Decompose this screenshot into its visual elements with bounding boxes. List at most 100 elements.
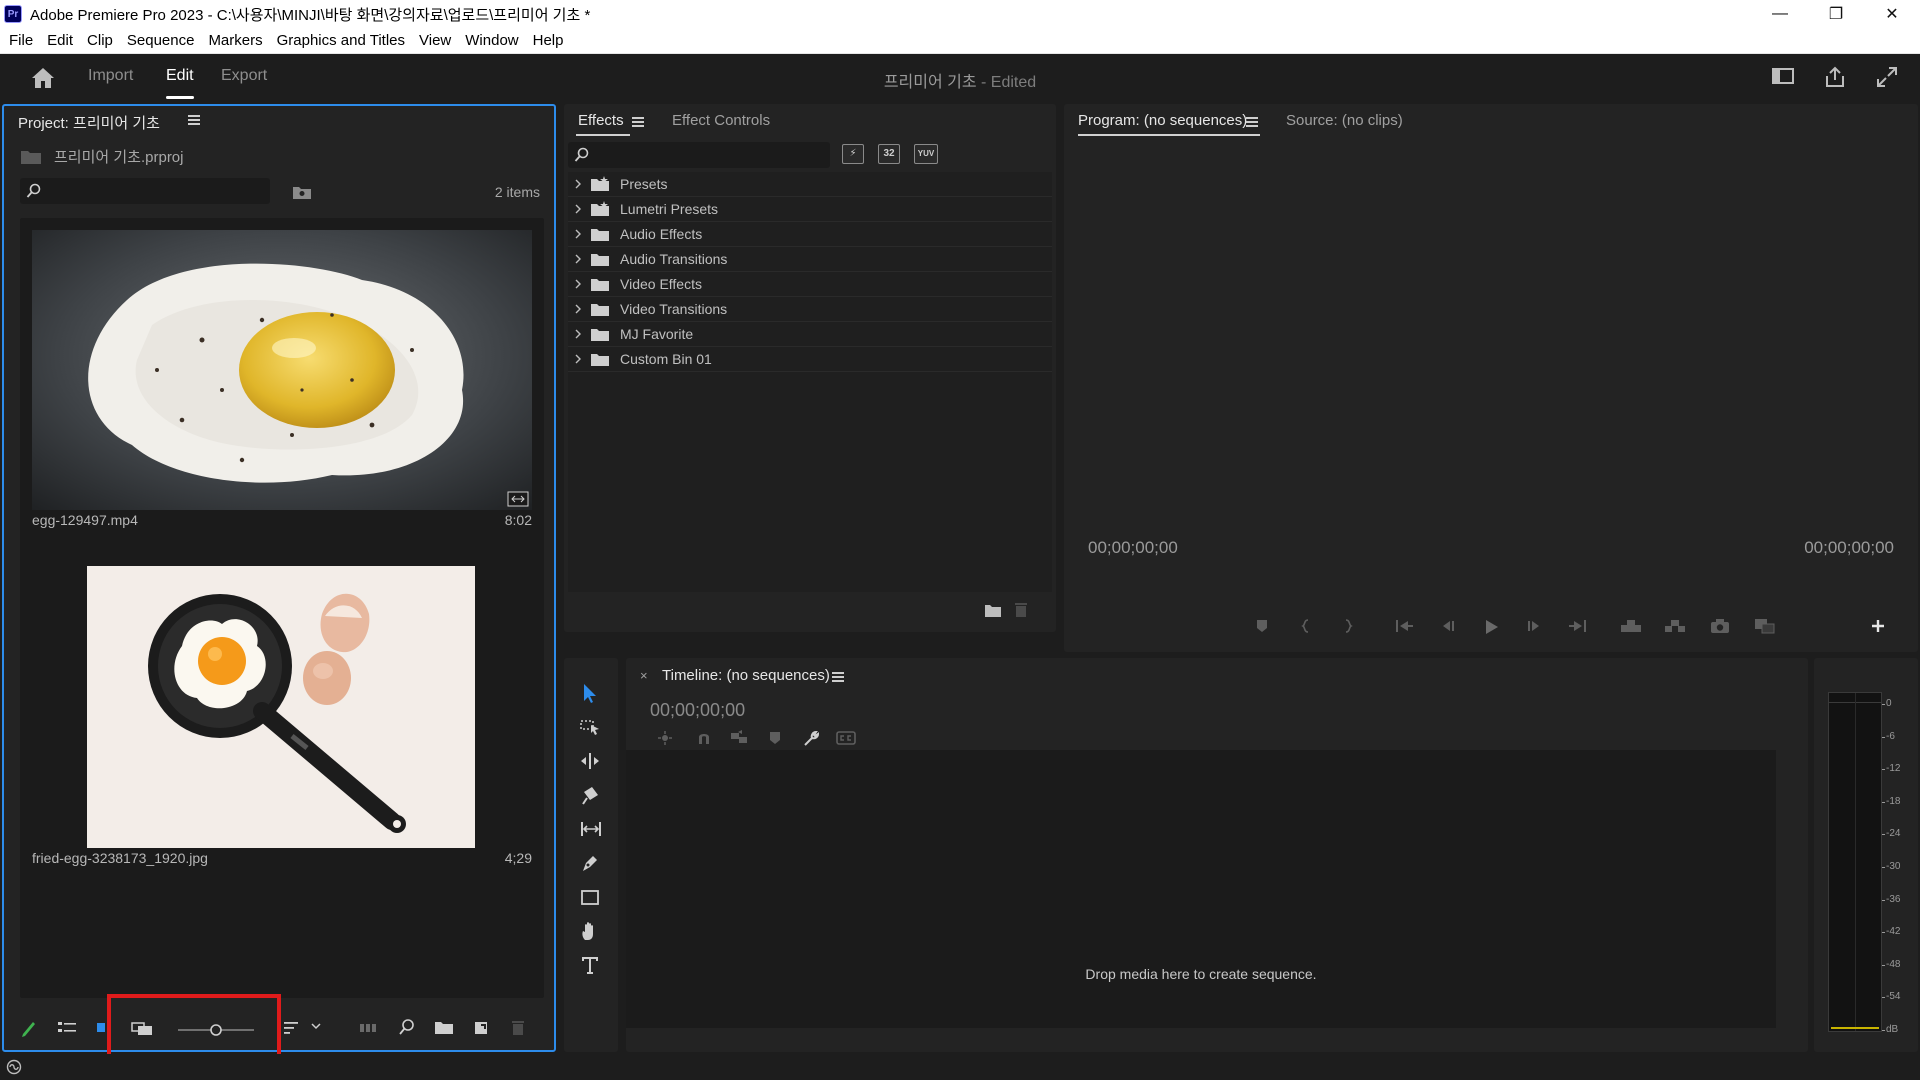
slip-tool-icon[interactable] xyxy=(579,818,603,840)
button-editor-plus-icon[interactable] xyxy=(1870,618,1886,634)
play-icon[interactable] xyxy=(1482,618,1500,636)
panel-menu-icon[interactable] xyxy=(1246,116,1258,128)
meter-tick-label: -30 xyxy=(1886,861,1901,872)
tab-program-monitor[interactable]: Program: (no sequences) xyxy=(1078,112,1247,129)
32-bit-effects-button[interactable]: 32 xyxy=(878,144,900,164)
wrench-settings-icon[interactable] xyxy=(802,730,820,748)
yuv-effects-button[interactable]: YUV xyxy=(914,144,938,164)
menu-edit[interactable]: Edit xyxy=(40,32,80,49)
go-to-out-icon[interactable] xyxy=(1568,618,1588,634)
playhead-timecode[interactable]: 00;00;00;00 xyxy=(1088,538,1178,558)
chevron-right-icon[interactable] xyxy=(568,304,588,314)
lift-icon[interactable] xyxy=(1620,618,1642,634)
meter-tick-mark xyxy=(1882,834,1885,836)
list-item[interactable]: Audio Effects xyxy=(568,222,1052,247)
accelerated-effects-icon[interactable]: ⚡ xyxy=(842,144,864,164)
linked-selection-icon[interactable] xyxy=(730,730,748,746)
add-marker-icon[interactable] xyxy=(1254,618,1270,634)
menu-help[interactable]: Help xyxy=(526,32,571,49)
list-item[interactable]: Lumetri Presets xyxy=(568,197,1052,222)
tab-effect-controls[interactable]: Effect Controls xyxy=(672,112,770,129)
project-search-input[interactable] xyxy=(20,178,270,204)
tab-effects[interactable]: Effects xyxy=(578,112,624,129)
clip-thumbnail-egg-video[interactable] xyxy=(32,230,532,510)
go-to-in-icon[interactable] xyxy=(1394,618,1414,634)
menu-window[interactable]: Window xyxy=(458,32,525,49)
razor-tool-icon[interactable] xyxy=(579,784,601,806)
rectangle-tool-icon[interactable] xyxy=(579,886,601,908)
sort-dropdown-chevron-icon[interactable] xyxy=(310,1020,322,1032)
folder-icon xyxy=(590,226,610,242)
snap-magnet-icon[interactable] xyxy=(696,730,712,746)
chevron-right-icon[interactable] xyxy=(568,354,588,364)
ripple-edit-tool-icon[interactable] xyxy=(579,750,601,772)
find-bin-icon[interactable] xyxy=(292,184,312,200)
new-bin-icon[interactable] xyxy=(434,1018,454,1038)
new-item-icon[interactable] xyxy=(472,1018,490,1038)
selection-tool-icon[interactable] xyxy=(579,682,601,704)
timeline-timecode[interactable]: 00;00;00;00 xyxy=(650,700,745,721)
list-item[interactable]: Video Effects xyxy=(568,272,1052,297)
menu-graphics-and-titles[interactable]: Graphics and Titles xyxy=(270,32,412,49)
clip-name[interactable]: fried-egg-3238173_1920.jpg xyxy=(32,850,208,866)
timeline-title[interactable]: Timeline: (no sequences) xyxy=(662,667,830,684)
chevron-right-icon[interactable] xyxy=(568,204,588,214)
project-panel-title[interactable]: Project: 프리미어 기초 xyxy=(18,112,160,133)
type-tool-icon[interactable] xyxy=(579,954,601,976)
mark-out-icon[interactable] xyxy=(1342,618,1354,634)
chevron-right-icon[interactable] xyxy=(568,229,588,239)
icon-view-icon[interactable] xyxy=(96,1018,106,1038)
menu-view[interactable]: View xyxy=(412,32,458,49)
export-frame-icon[interactable] xyxy=(1710,618,1730,634)
minimize-button[interactable]: — xyxy=(1752,0,1808,28)
chevron-right-icon[interactable] xyxy=(568,329,588,339)
add-marker-icon[interactable] xyxy=(768,730,782,746)
pencil-icon[interactable] xyxy=(20,1018,38,1038)
nest-sequence-icon[interactable] xyxy=(656,730,674,746)
menu-markers[interactable]: Markers xyxy=(201,32,269,49)
chevron-right-icon[interactable] xyxy=(568,279,588,289)
step-back-icon[interactable] xyxy=(1438,618,1456,634)
list-item[interactable]: Custom Bin 01 xyxy=(568,347,1052,372)
background-render-icon[interactable] xyxy=(4,1059,24,1075)
list-item[interactable]: MJ Favorite xyxy=(568,322,1052,347)
panel-menu-icon[interactable] xyxy=(832,671,844,683)
fullscreen-icon[interactable] xyxy=(1876,66,1898,88)
restore-button[interactable]: ❐ xyxy=(1808,0,1864,28)
sort-icon[interactable] xyxy=(282,1018,302,1038)
clip-name[interactable]: egg-129497.mp4 xyxy=(32,512,138,528)
menu-file[interactable]: File xyxy=(2,32,40,49)
find-icon[interactable] xyxy=(398,1018,416,1038)
hand-tool-icon[interactable] xyxy=(579,920,601,942)
workspaces-icon[interactable] xyxy=(1772,66,1794,86)
captions-icon[interactable] xyxy=(836,730,856,746)
chevron-right-icon[interactable] xyxy=(568,254,588,264)
share-icon[interactable] xyxy=(1824,66,1846,88)
chevron-right-icon[interactable] xyxy=(568,179,588,189)
menu-sequence[interactable]: Sequence xyxy=(120,32,202,49)
comparison-view-icon[interactable] xyxy=(1754,618,1776,634)
list-item[interactable]: Presets xyxy=(568,172,1052,197)
list-item[interactable]: Audio Transitions xyxy=(568,247,1052,272)
track-select-tool-icon[interactable] xyxy=(579,716,601,738)
close-button[interactable]: ✕ xyxy=(1864,0,1920,28)
meter-tick-label: -6 xyxy=(1886,730,1895,742)
panel-menu-icon[interactable] xyxy=(188,114,200,126)
status-bar xyxy=(0,1054,1920,1080)
list-view-icon[interactable] xyxy=(56,1018,78,1038)
panel-menu-icon[interactable] xyxy=(632,116,644,128)
step-forward-icon[interactable] xyxy=(1526,618,1544,634)
new-custom-bin-icon[interactable] xyxy=(984,602,1002,618)
clip-thumbnail-fried-egg-image[interactable] xyxy=(87,566,475,848)
effects-panel: Effects Effect Controls ⚡ 32 YUV Presets… xyxy=(564,104,1056,632)
extract-icon[interactable] xyxy=(1664,618,1686,634)
close-timeline-icon[interactable]: × xyxy=(640,668,648,683)
timeline-track-area[interactable]: Drop media here to create sequence. xyxy=(626,750,1776,1028)
list-item[interactable]: Video Transitions xyxy=(568,297,1052,322)
effects-search-input[interactable] xyxy=(568,142,830,168)
menu-clip[interactable]: Clip xyxy=(80,32,120,49)
tab-source-monitor[interactable]: Source: (no clips) xyxy=(1286,112,1403,129)
pen-tool-icon[interactable] xyxy=(579,852,601,874)
project-file-name: 프리미어 기초.prproj xyxy=(54,149,184,166)
mark-in-icon[interactable] xyxy=(1300,618,1312,634)
